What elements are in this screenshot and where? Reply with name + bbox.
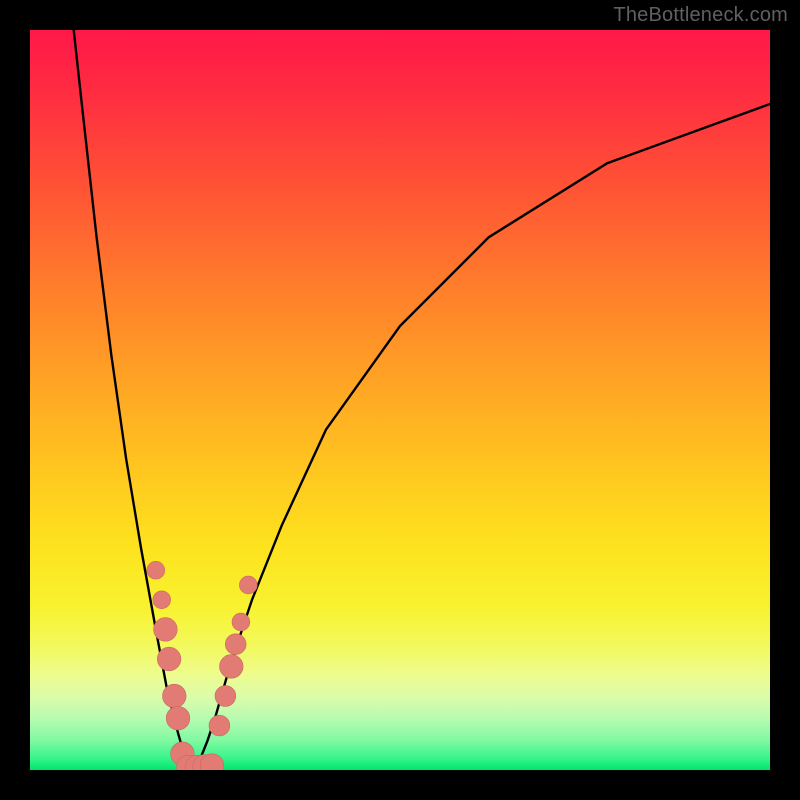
data-marker <box>147 561 165 579</box>
data-marker <box>157 647 181 671</box>
data-marker <box>215 686 236 707</box>
outer-frame: TheBottleneck.com <box>0 0 800 800</box>
data-marker <box>232 613 250 631</box>
data-marker <box>163 684 187 708</box>
watermark-text: TheBottleneck.com <box>613 4 788 27</box>
data-marker <box>225 634 246 655</box>
data-marker <box>153 591 171 609</box>
data-marker <box>154 618 178 642</box>
data-marker <box>239 576 257 594</box>
data-marker <box>209 715 230 736</box>
data-markers <box>147 561 257 770</box>
chart-svg <box>30 30 770 770</box>
plot-area <box>30 30 770 770</box>
data-marker <box>166 706 190 730</box>
data-marker <box>220 655 244 679</box>
